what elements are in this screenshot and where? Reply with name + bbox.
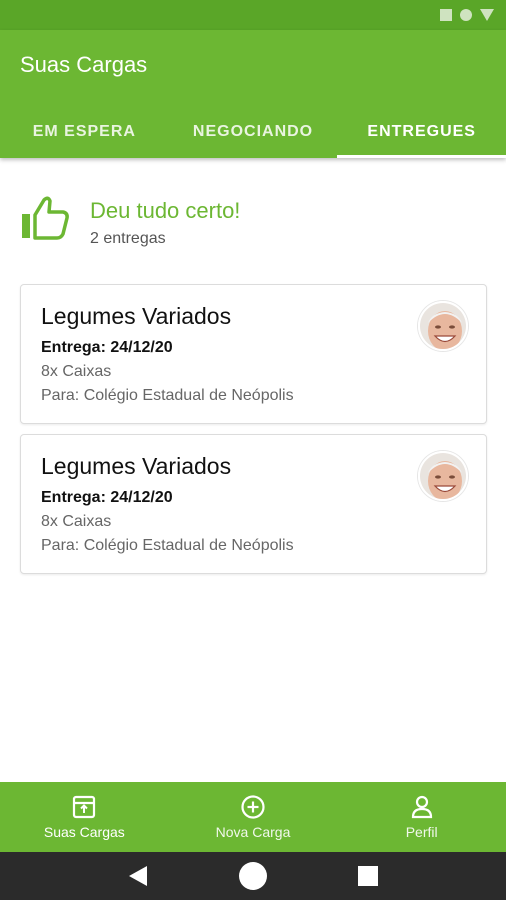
avatar [418,301,468,351]
delivery-count: 2 entregas [90,230,166,247]
tab-em-espera[interactable]: EM ESPERA [0,106,169,158]
card-destination: Para: Colégio Estadual de Neópolis [41,387,294,404]
status-icons [440,9,494,21]
card-delivery-date: Entrega: 24/12/20 [41,339,173,356]
home-button[interactable] [233,856,273,896]
bottom-navigation: Suas Cargas Nova Carga Perfil [0,782,506,852]
nav-perfil[interactable]: Perfil [337,782,506,852]
recent-apps-button[interactable] [348,856,388,896]
status-bar [0,0,506,30]
notification-square-icon [440,9,452,21]
nav-label: Suas Cargas [43,824,125,840]
person-icon [411,795,432,819]
system-navigation-bar [0,852,506,900]
tab-negociando[interactable]: NEGOCIANDO [169,106,338,158]
tab-bar: EM ESPERA NEGOCIANDO ENTREGUES [0,106,506,158]
avatar [418,451,468,501]
tab-entregues[interactable]: ENTREGUES [337,106,506,158]
home-icon [238,862,267,890]
card-title: Legumes Variados [41,453,232,479]
back-icon [128,866,147,886]
notification-circle-icon [460,9,472,21]
card-destination: Para: Colégio Estadual de Neópolis [41,537,294,554]
card-delivery-date: Entrega: 24/12/20 [41,489,173,506]
add-circle-icon [241,795,265,819]
card-title: Legumes Variados [41,303,232,329]
avatar-face-icon [420,453,466,499]
back-button[interactable] [118,856,158,896]
signal-icon [480,9,494,21]
nav-suas-cargas[interactable]: Suas Cargas [0,782,169,852]
card-quantity: 8x Caixas [41,513,112,530]
box-icon [73,795,96,819]
success-banner: Deu tudo certo! 2 entregas [20,196,480,256]
app-bar: Suas Cargas EM ESPERA NEGOCIANDO ENTREGU… [0,30,506,158]
banner-title: Deu tudo certo! [90,198,241,223]
avatar-face-icon [420,303,466,349]
thumbs-up-icon [22,196,69,240]
nav-label: Nova Carga [215,824,291,840]
nav-label: Perfil [405,824,438,840]
delivery-card[interactable]: Legumes Variados Entrega: 24/12/20 8x Ca… [20,434,487,574]
recent-apps-icon [358,866,379,886]
card-quantity: 8x Caixas [41,363,112,380]
app-title: Suas Cargas [20,52,148,77]
nav-nova-carga[interactable]: Nova Carga [169,782,338,852]
delivery-card[interactable]: Legumes Variados Entrega: 24/12/20 8x Ca… [20,284,487,424]
